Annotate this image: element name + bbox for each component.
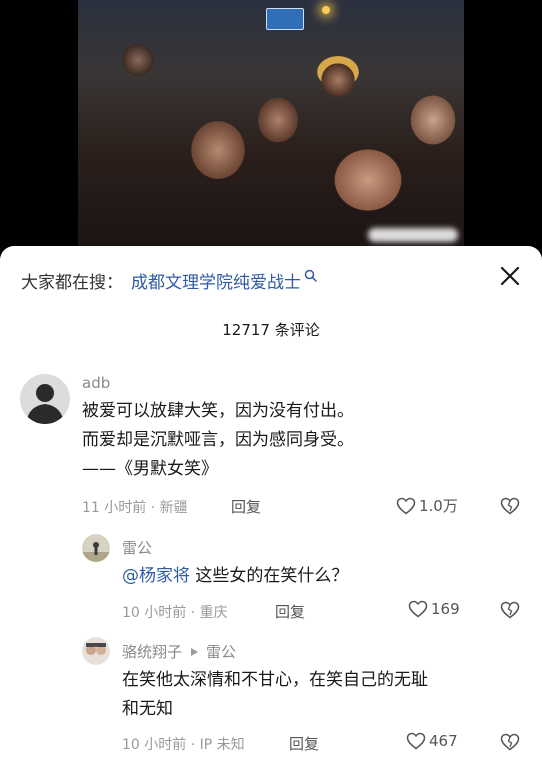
comment-line: 被爱可以放肆大笑，因为没有付出。	[82, 401, 354, 421]
street-light	[322, 6, 330, 14]
like-button[interactable]: 467	[406, 732, 458, 750]
comment-count: 12717 条评论	[222, 321, 320, 339]
video-frame[interactable]	[78, 0, 464, 248]
close-icon[interactable]	[498, 264, 522, 288]
like-count: 467	[429, 732, 458, 750]
reply-author[interactable]: 骆统翔子	[122, 641, 182, 662]
mention-link[interactable]: @杨家将	[122, 566, 190, 586]
search-icon[interactable]	[304, 269, 317, 282]
comment-username[interactable]: adb	[82, 374, 110, 392]
exit-sign	[266, 8, 304, 30]
comment-sheet: 大家都在搜： 成都文理学院纯爱战士 12717 条评论 adb 被爱可以放肆大笑…	[0, 246, 542, 760]
video-player[interactable]	[0, 0, 542, 250]
heart-icon	[396, 497, 416, 514]
suggested-search-link[interactable]: 成都文理学院纯爱战士	[131, 268, 301, 293]
play-triangle-icon	[191, 647, 199, 656]
comment-text: 被爱可以放肆大笑，因为没有付出。 而爱却是沉默哑言，因为感同身受。 ——《男默女…	[82, 397, 522, 484]
reply-button[interactable]: 回复	[289, 733, 319, 754]
like-count: 169	[431, 600, 460, 618]
comment-line: 和无知	[122, 699, 173, 719]
reply-text-body: 这些女的在笑什么？	[190, 566, 349, 586]
blurred-overlay	[368, 228, 458, 242]
like-button[interactable]: 169	[408, 600, 460, 618]
like-count: 1.0万	[419, 497, 458, 515]
suggested-search-prefix: 大家都在搜：	[21, 272, 123, 293]
comment-line: 而爱却是沉默哑言，因为感同身受。	[82, 430, 354, 450]
reply-button[interactable]: 回复	[231, 496, 261, 517]
broken-heart-icon[interactable]	[500, 601, 520, 619]
heart-icon	[406, 732, 426, 750]
reply-text: 在笑他太深情和不甘心，在笑自己的无耻 和无知	[122, 666, 522, 724]
avatar[interactable]	[82, 534, 110, 562]
broken-heart-icon[interactable]	[500, 733, 520, 751]
reply-target[interactable]: 雷公	[206, 641, 236, 662]
avatar[interactable]	[82, 637, 110, 665]
comment-line: 在笑他太深情和不甘心，在笑自己的无耻	[122, 670, 428, 690]
reply-username: 骆统翔子 雷公	[122, 641, 236, 662]
avatar[interactable]	[20, 374, 70, 424]
reply-text: @杨家将 这些女的在笑什么？	[122, 562, 348, 591]
broken-heart-icon[interactable]	[500, 497, 520, 515]
like-button[interactable]: 1.0万	[396, 495, 458, 516]
comment-time-location: 11 小时前 · 新疆	[82, 500, 188, 516]
comment-line: ——《男默女笑》	[82, 459, 218, 479]
reply-username[interactable]: 雷公	[122, 537, 152, 558]
suggested-search: 大家都在搜： 成都文理学院纯爱战士	[21, 268, 317, 293]
heart-icon	[408, 600, 428, 618]
reply-button[interactable]: 回复	[275, 601, 305, 622]
reply-time-location: 10 小时前 · IP 未知	[122, 737, 245, 753]
reply-time-location: 10 小时前 · 重庆	[122, 605, 228, 621]
